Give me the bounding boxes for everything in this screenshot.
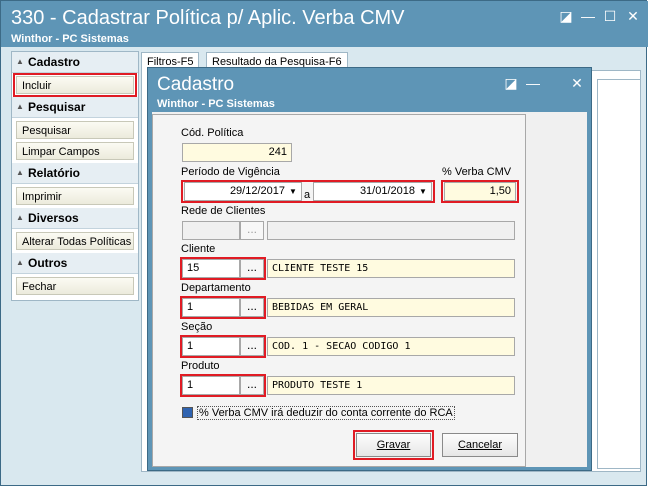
sidebar-item-imprimir[interactable]: Imprimir [16,187,134,205]
secao-search-button[interactable]: ... [240,337,264,356]
section-title: Relatório [28,166,81,180]
cancelar-button[interactable]: Cancelar [442,433,518,457]
sidebar-section-outros[interactable]: ▲ Outros [12,253,138,274]
chevron-down-icon[interactable]: ▼ [287,183,299,200]
section-title: Outros [28,256,68,270]
secao-label: Seção [181,321,213,333]
minimize-icon[interactable]: — [524,74,542,92]
rede-clientes-desc-field [267,221,515,240]
section-title: Diversos [28,211,79,225]
periodo-fim-value: 31/01/2018 [359,185,415,197]
maximize-icon[interactable]: ☐ [601,7,619,25]
gravar-button[interactable]: Gravar [356,433,431,457]
sidebar-item-limpar-campos[interactable]: Limpar Campos [16,142,134,160]
rede-clientes-code-field [182,221,240,240]
gravar-label: Gravar [376,439,411,451]
sidebar-item-alterar-todas-politicas[interactable]: Alterar Todas Políticas [16,232,134,250]
verba-cmv-field[interactable]: 1,50 [444,182,516,201]
cliente-label: Cliente [181,243,216,255]
secao-desc-field: COD. 1 - SECAO CODIGO 1 [267,337,515,356]
title-bar: 330 - Cadastrar Política p/ Aplic. Verba… [1,1,648,47]
cliente-search-button[interactable]: ... [240,259,264,278]
sidebar-item-pesquisar[interactable]: Pesquisar [16,121,134,139]
cod-politica-field[interactable]: 241 [182,143,292,162]
dialog-subtitle: Winthor - PC Sistemas [157,98,275,110]
window-title: 330 - Cadastrar Política p/ Aplic. Verba… [11,7,405,29]
sidebar-section-relatorio[interactable]: ▲ Relatório [12,163,138,184]
collapse-icon: ▲ [16,102,24,111]
cliente-desc-field: CLIENTE TESTE 15 [267,259,515,278]
produto-desc-field: PRODUTO TESTE 1 [267,376,515,395]
cod-politica-label: Cód. Política [181,127,244,139]
sidebar-section-pesquisar[interactable]: ▲ Pesquisar [12,97,138,118]
sidebar-item-incluir[interactable]: Incluir [13,73,137,97]
chevron-down-icon[interactable]: ▼ [417,183,429,200]
collapse-icon: ▲ [16,213,24,222]
produto-search-button[interactable]: ... [240,376,264,395]
departamento-desc-field: BEBIDAS EM GERAL [267,298,515,317]
main-window: 330 - Cadastrar Política p/ Aplic. Verba… [0,0,648,486]
produto-label: Produto [181,360,220,372]
filter-panel [597,79,641,469]
window-subtitle: Winthor - PC Sistemas [11,33,129,45]
verba-cmv-label: % Verba CMV [442,166,512,178]
cliente-code-field[interactable]: 15 [182,259,240,278]
periodo-inicio-field[interactable]: 29/12/2017 ▼ [184,182,302,201]
verba-cmv-checkbox-label[interactable]: % Verba CMV irá deduzir do conta corrent… [197,406,455,420]
collapse-icon: ▲ [16,258,24,267]
rede-clientes-label: Rede de Clientes [181,205,266,217]
periodo-fim-field[interactable]: 31/01/2018 ▼ [313,182,432,201]
rede-clientes-search-button: ... [240,221,264,240]
collapse-icon: ▲ [16,168,24,177]
restore-icon[interactable]: ◪ [557,7,575,25]
departamento-search-button[interactable]: ... [240,298,264,317]
section-title: Pesquisar [28,100,86,114]
sidebar-item-fechar[interactable]: Fechar [16,277,134,295]
close-icon[interactable]: ✕ [568,74,586,92]
sidebar-section-diversos[interactable]: ▲ Diversos [12,208,138,229]
verba-cmv-checkbox[interactable] [182,407,193,418]
produto-code-field[interactable]: 1 [182,376,240,395]
collapse-icon: ▲ [16,57,24,66]
sidebar-section-cadastro[interactable]: ▲ Cadastro [12,52,138,73]
restore-icon[interactable]: ◪ [502,74,520,92]
secao-code-field[interactable]: 1 [182,337,240,356]
dialog-title: Cadastro [157,74,235,95]
periodo-separator: a [304,189,311,201]
section-title: Cadastro [28,55,81,69]
sidebar: ▲ Cadastro Incluir ▲ Pesquisar Pesquisar L… [11,51,139,301]
departamento-code-field[interactable]: 1 [182,298,240,317]
periodo-vigencia-label: Período de Vigência [181,166,280,178]
periodo-inicio-value: 29/12/2017 [229,185,285,197]
minimize-icon[interactable]: — [579,7,597,25]
cancelar-label: Cancelar [457,439,503,451]
close-icon[interactable]: ✕ [624,7,642,25]
departamento-label: Departamento [181,282,251,294]
